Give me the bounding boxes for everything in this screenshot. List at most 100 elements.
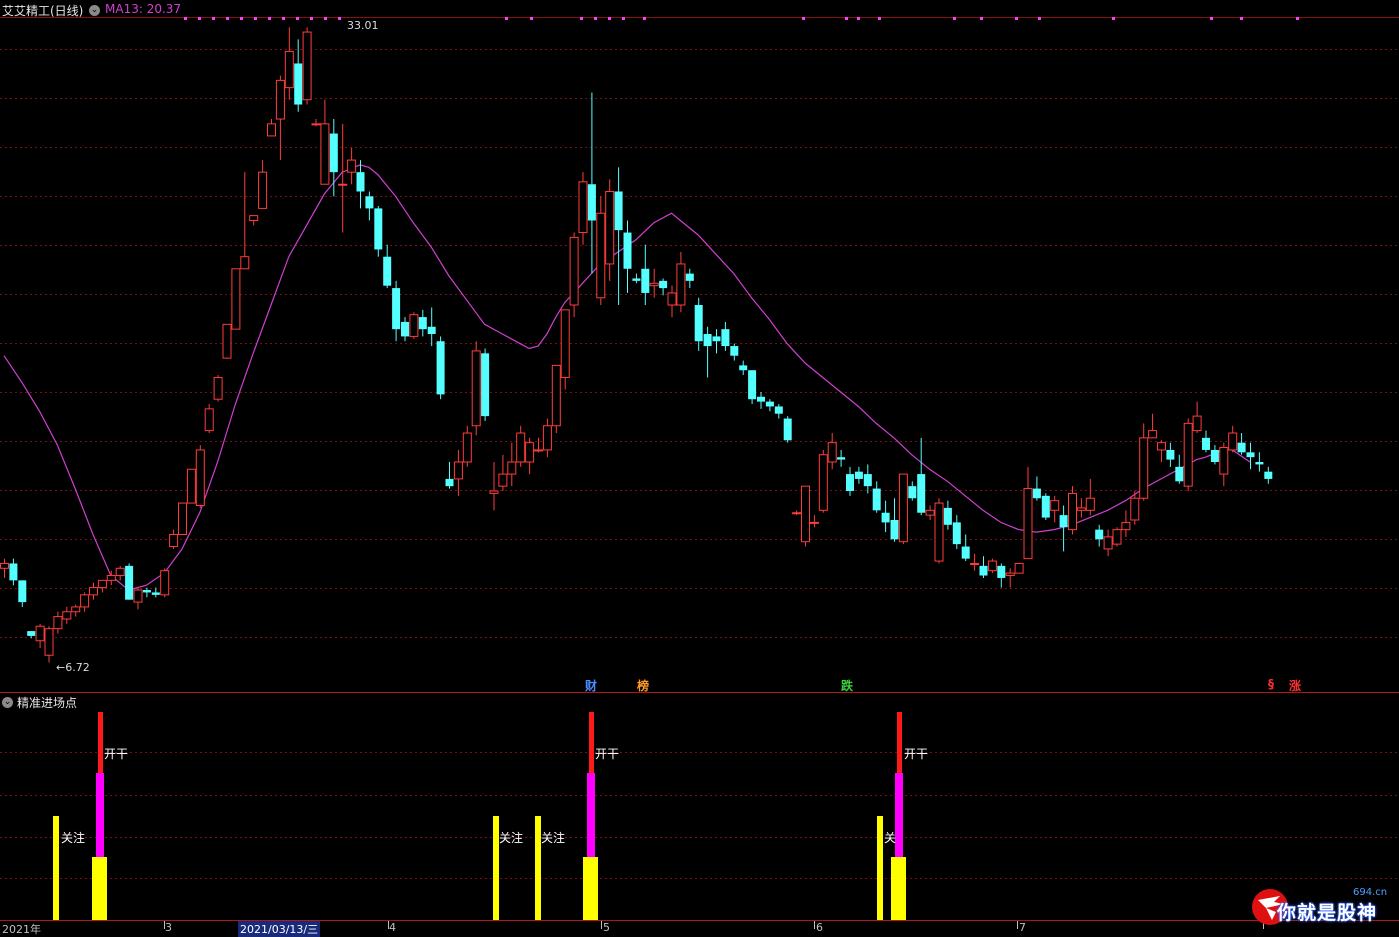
indicator-grid [0,752,1399,921]
candle-body [676,263,686,306]
candle-body [401,321,409,337]
chevron-down-icon[interactable]: ⌄ [89,5,100,16]
candle-body [863,474,872,487]
event-dot [878,17,881,20]
axis-label: 3 [165,921,172,934]
event-dot [268,17,271,20]
signal-bar-open-mid [96,773,104,857]
event-dot [643,17,646,20]
candle-body [721,329,730,347]
candle-body [569,236,579,306]
event-label-rise[interactable]: 涨 [1289,677,1301,694]
stock-title[interactable]: 艾艾精工(日线) [2,2,83,19]
candle-body [587,184,596,221]
event-dot [1112,17,1115,20]
candle-body [837,457,846,460]
candles [0,27,1273,663]
event-dot [1015,17,1018,20]
candle-body [35,625,45,642]
candle-body [551,364,561,427]
candle-body [1210,449,1219,463]
candle-body [249,215,259,221]
candle-body [1219,447,1229,475]
event-dot [1240,17,1243,20]
candle-body [596,212,606,299]
candle-body [1139,437,1149,499]
chevron-down-icon[interactable]: ⌄ [2,697,13,708]
candle-body [1166,449,1175,460]
candle-body [952,522,961,545]
signal-label-watch: 关注 [541,831,566,845]
event-dot [310,17,313,20]
signal-label-watch: 关注 [499,831,524,845]
event-label-section[interactable]: § [1268,677,1274,691]
event-dot [240,17,243,20]
event-dot [212,17,215,20]
candle-body [1112,529,1122,545]
event-label-finance[interactable]: 财 [585,677,597,694]
candle-body [383,256,392,286]
candle-body [1246,452,1255,458]
signal-label-watch-partial: 关 [884,831,897,845]
signal-bar-open-top [589,712,594,773]
candle-body [240,256,250,270]
indicator-title[interactable]: 精准进场点 [17,694,77,711]
event-dot [845,17,848,20]
candle-body [757,396,765,402]
event-dot [282,17,285,20]
candle-body [1157,442,1166,451]
candle-body [133,589,143,603]
candle-body [730,346,739,356]
candle-body [27,631,36,636]
time-axis [164,921,1264,929]
candle-body [1014,562,1024,574]
candle-body [703,333,712,347]
candle-body [436,341,445,395]
candle-body [623,232,632,269]
candle-body [151,592,160,595]
candle-body [80,594,90,608]
event-dot [980,17,983,20]
event-dot [608,17,611,20]
signal-bar-watch [53,816,59,920]
candle-body [659,280,668,289]
event-dot [1038,17,1041,20]
candle-body [632,278,641,281]
axis-cursor-date: 2021/03/13/三 [238,921,321,937]
candle-body [471,350,481,427]
ma-readout: MA13: 20.37 [105,2,182,16]
candle-body [89,587,98,596]
axis-label: 7 [1019,921,1026,934]
signal-bar-open-base [92,857,107,920]
candle-body [934,502,944,562]
candle-body [44,628,54,656]
candle-body [1005,572,1015,577]
event-dot [594,17,597,20]
candle-body [1255,462,1264,465]
candle-body [453,461,463,480]
candle-body [578,181,588,234]
candle-body [507,461,517,475]
event-label-ranking[interactable]: 榜 [637,677,649,694]
axis-label: 2021年 [2,923,41,936]
event-dot [1210,17,1213,20]
signal-bars [53,712,906,920]
candle-body [516,432,526,463]
signal-bar-open-mid [895,773,903,857]
candle-body [792,512,802,515]
event-dot [324,17,327,20]
candle-body [18,580,27,603]
candle-body [213,376,223,400]
event-dot [505,17,508,20]
candle-body [294,63,303,105]
event-dot [580,17,583,20]
event-label-fall[interactable]: 跌 [841,677,853,694]
candle-body [1076,507,1086,511]
event-dot [530,17,533,20]
candle-body [872,488,881,511]
candle-body [0,562,9,569]
axis-label: 6 [816,921,823,934]
signal-label-open: 开干 [595,747,620,761]
event-dot [198,17,201,20]
candle-body [917,474,926,513]
